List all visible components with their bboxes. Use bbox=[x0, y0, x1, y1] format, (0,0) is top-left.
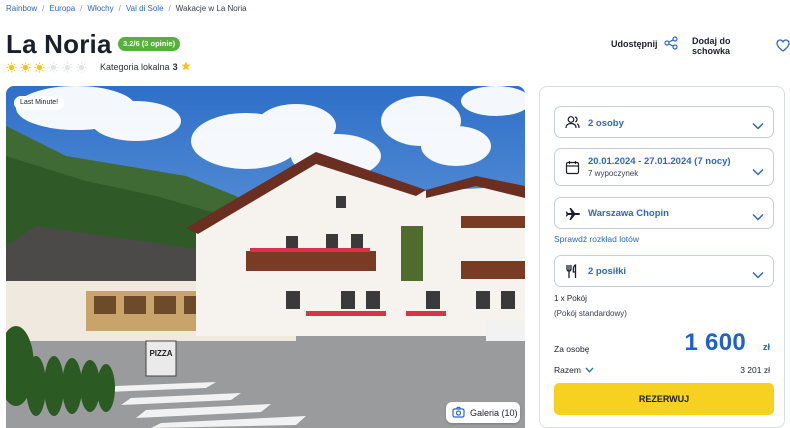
booking-panel: 2 osoby 20.01.2024 - 27.01.2024 (7 nocy)… bbox=[539, 86, 785, 428]
sun-icon bbox=[20, 60, 31, 73]
hotel-photo[interactable]: PIZZA bbox=[6, 86, 525, 428]
chevron-down-icon bbox=[752, 266, 764, 284]
breadcrumb-link-europa[interactable]: Europa bbox=[49, 4, 75, 13]
breadcrumb-separator: / bbox=[80, 3, 83, 13]
breadcrumb-link-val-di-sole[interactable]: Val di Sole bbox=[126, 4, 164, 13]
breadcrumb: Rainbow / Europa / Włochy / Val di Sole … bbox=[6, 2, 247, 14]
share-icon bbox=[663, 36, 678, 52]
gallery-label: Galeria (10) bbox=[470, 407, 518, 418]
heart-icon bbox=[776, 38, 790, 54]
departure-airport-select[interactable]: Warszawa Chopin bbox=[554, 197, 774, 229]
sun-icon bbox=[34, 60, 45, 73]
total-toggle[interactable]: Razem bbox=[554, 365, 594, 375]
dates-select[interactable]: 20.01.2024 - 27.01.2024 (7 nocy) 7 wypoc… bbox=[554, 148, 774, 186]
last-minute-badge: Last Minute! bbox=[14, 96, 65, 110]
rating-badge[interactable]: 3.2/6 (3 opinie) bbox=[118, 37, 181, 51]
camera-icon bbox=[452, 406, 465, 420]
book-button[interactable]: REZERWUJ bbox=[554, 383, 774, 415]
breadcrumb-link-rainbow[interactable]: Rainbow bbox=[6, 4, 37, 13]
chevron-down-icon bbox=[752, 208, 764, 226]
share-button[interactable]: Udostępnij bbox=[611, 36, 678, 52]
star-icon bbox=[181, 61, 191, 73]
category-label: Kategoria lokalna bbox=[100, 62, 170, 72]
category-value: 3 bbox=[172, 62, 178, 72]
cutlery-icon bbox=[565, 264, 579, 284]
persons-select[interactable]: 2 osoby bbox=[554, 106, 774, 138]
plane-icon bbox=[565, 207, 581, 226]
sun-empty-icon bbox=[48, 60, 59, 73]
stay-type: 7 wypoczynek bbox=[588, 169, 639, 178]
total-label: Razem bbox=[554, 365, 581, 375]
flight-schedule-link[interactable]: Sprawdź rozkład lotów bbox=[554, 234, 639, 244]
chevron-down-icon bbox=[752, 163, 764, 181]
breadcrumb-separator: / bbox=[168, 3, 171, 13]
local-category: Kategoria lokalna 3 bbox=[100, 61, 191, 73]
gallery-button[interactable]: Galeria (10) bbox=[446, 402, 520, 423]
meals-value: 2 posiłki bbox=[588, 266, 627, 277]
breadcrumb-separator: / bbox=[118, 3, 121, 13]
meals-select[interactable]: 2 posiłki bbox=[554, 255, 774, 287]
person-icon bbox=[565, 115, 580, 135]
rating-stars bbox=[6, 60, 87, 73]
favorite-label: Dodaj do schowka bbox=[692, 36, 731, 56]
breadcrumb-current: Wakacje w La Noria bbox=[175, 3, 247, 13]
sun-icon bbox=[6, 60, 17, 73]
total-price: 3 201 zł bbox=[740, 365, 770, 375]
sun-empty-icon bbox=[62, 60, 73, 73]
sun-empty-icon bbox=[76, 60, 87, 73]
pizza-sign-text: PIZZA bbox=[149, 349, 172, 358]
breadcrumb-separator: / bbox=[42, 3, 45, 13]
breadcrumb-link-wlochy[interactable]: Włochy bbox=[87, 4, 113, 13]
persons-value: 2 osoby bbox=[588, 118, 624, 129]
room-type: (Pokój standardowy) bbox=[554, 309, 627, 318]
share-label: Udostępnij bbox=[611, 39, 658, 49]
price-per-person: 1 600 bbox=[684, 329, 746, 356]
hotel-title: La Noria bbox=[6, 29, 112, 59]
price-currency: zł bbox=[762, 342, 770, 352]
chevron-down-icon bbox=[585, 365, 594, 375]
calendar-icon bbox=[565, 160, 580, 180]
room-count: 1 x Pokój bbox=[554, 294, 587, 303]
favorite-button[interactable]: Dodaj do schowka bbox=[692, 36, 790, 56]
chevron-down-icon bbox=[752, 117, 764, 135]
per-person-label: Za osobę bbox=[554, 344, 590, 354]
dates-value: 20.01.2024 - 27.01.2024 (7 nocy) bbox=[588, 156, 731, 167]
airport-value: Warszawa Chopin bbox=[588, 208, 669, 219]
